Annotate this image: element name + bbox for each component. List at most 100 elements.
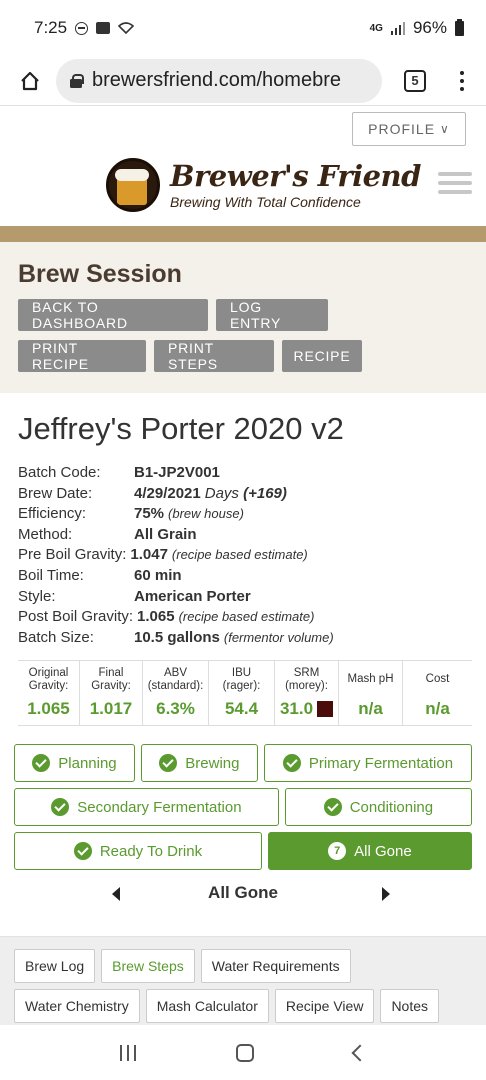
style-value: American Porter	[134, 587, 251, 605]
home-icon[interactable]	[236, 1043, 254, 1062]
boil-time-value: 60 min	[134, 566, 182, 584]
status-bar: 7:25 4G 96%	[0, 0, 486, 56]
print-recipe-button[interactable]: PRINT RECIPE	[18, 340, 146, 372]
stat-value: 1.065	[27, 699, 70, 719]
stat-value: 31.0	[275, 699, 338, 719]
tab-water-requirements[interactable]: Water Requirements	[200, 949, 351, 984]
tab-mash-calculator[interactable]: Mash Calculator	[145, 989, 269, 1024]
stat-value: n/a	[358, 699, 383, 719]
battery-icon	[455, 18, 464, 36]
stat-label: Final Gravity:	[80, 667, 142, 693]
batch-size-row: Batch Size: 10.5 gallons (fermentor volu…	[18, 628, 468, 649]
check-circle-icon	[282, 754, 301, 773]
info-label: Pre Boil Gravity:	[18, 546, 127, 564]
signal-icon	[390, 21, 405, 35]
stat-label-line2: Gravity:	[91, 680, 131, 693]
status-label: Brewing	[185, 754, 240, 772]
system-navigation-bar	[0, 1024, 486, 1080]
hamburger-menu-icon[interactable]	[438, 172, 472, 194]
status-label: Planning	[58, 754, 117, 772]
session-button-row-1: BACK TO DASHBOARD LOG ENTRY	[18, 299, 468, 331]
check-circle-icon	[159, 754, 178, 773]
log-entry-button[interactable]: LOG ENTRY	[216, 299, 328, 331]
image-notification-icon	[96, 22, 111, 34]
tab-recipe-view[interactable]: Recipe View	[274, 989, 375, 1024]
post-boil-row: Post Boil Gravity: 1.065 (recipe based e…	[18, 607, 468, 628]
tab-notes[interactable]: Notes	[380, 989, 440, 1024]
pre-boil-value: 1.047	[130, 546, 168, 564]
tab-brew-steps[interactable]: Brew Steps	[101, 949, 195, 984]
check-circle-icon	[32, 754, 51, 773]
browser-menu-button[interactable]	[452, 70, 472, 91]
current-status-label: All Gone	[208, 883, 278, 903]
status-left: 7:25	[34, 18, 135, 38]
network-type: 4G	[369, 22, 383, 34]
status-navigator: All Gone	[14, 876, 472, 910]
status-brewing-button[interactable]: Brewing	[140, 744, 258, 783]
pre-boil-row: Pre Boil Gravity: 1.047 (recipe based es…	[18, 545, 468, 566]
stat-label-line1: IBU	[231, 667, 252, 680]
next-status-arrow-icon[interactable]	[382, 887, 390, 902]
browser-toolbar: brewersfriend.com/homebre 5	[0, 56, 486, 106]
check-circle-icon	[73, 842, 92, 861]
tab-brew-log[interactable]: Brew Log	[14, 949, 96, 984]
logo-name: Brewer's Friend	[170, 159, 421, 193]
recipe-button[interactable]: RECIPE	[282, 340, 362, 372]
status-all-gone-button[interactable]: 7 All Gone	[267, 832, 472, 871]
status-label: Primary Fermentation	[308, 754, 454, 772]
info-label: Style:	[18, 587, 56, 605]
stat-label: Mash pH	[347, 673, 394, 686]
back-icon[interactable]	[351, 1044, 369, 1061]
status-ready-to-drink-button[interactable]: Ready To Drink	[14, 832, 262, 871]
status-label: Ready To Drink	[99, 842, 203, 860]
method-value: All Grain	[134, 525, 197, 543]
batch-code-row: Batch Code: B1-JP2V001	[18, 463, 468, 484]
header-divider	[0, 226, 486, 242]
stat-label: ABV (standard):	[143, 667, 208, 693]
status-row-1: Planning Brewing Primary Fermentation	[14, 744, 472, 783]
step-number-badge: 7	[328, 842, 347, 861]
recent-apps-icon[interactable]	[120, 1044, 136, 1061]
profile-label: PROFILE	[368, 121, 436, 137]
batch-size-value: 10.5 gallons	[134, 628, 220, 646]
efficiency-note: (brew house)	[168, 506, 244, 522]
tab-water-chemistry[interactable]: Water Chemistry	[14, 989, 140, 1024]
stat-mash-ph: Mash pH n/a	[339, 661, 403, 726]
stat-value: 1.017	[89, 699, 133, 719]
logo-tagline: Brewing With Total Confidence	[170, 194, 361, 210]
logo-text: Brewer's Friend Brewing With Total Confi…	[170, 160, 421, 210]
info-label: Batch Code:	[18, 464, 101, 481]
stat-label-line2: (rager):	[222, 680, 261, 693]
status-planning-button[interactable]: Planning	[14, 744, 135, 783]
address-bar[interactable]: brewersfriend.com/homebre	[56, 58, 382, 103]
previous-status-arrow-icon[interactable]	[112, 887, 120, 902]
brew-days-note: Days (+169)	[205, 484, 287, 505]
beer-mug-logo-icon	[106, 158, 160, 212]
site-logo[interactable]: Brewer's Friend Brewing With Total Confi…	[106, 158, 421, 212]
status-right: 4G 96%	[370, 18, 464, 38]
status-conditioning-button[interactable]: Conditioning	[284, 788, 472, 827]
method-row: Method: All Grain	[18, 525, 468, 546]
recipe-info: Jeffrey's Porter 2020 v2 Batch Code: B1-…	[0, 393, 486, 648]
session-button-row-2: PRINT RECIPE PRINT STEPS RECIPE	[18, 340, 468, 372]
boil-time-row: Boil Time: 60 min	[18, 566, 468, 587]
print-steps-button[interactable]: PRINT STEPS	[154, 340, 274, 372]
back-to-dashboard-button[interactable]: BACK TO DASHBOARD	[18, 299, 208, 331]
status-secondary-fermentation-button[interactable]: Secondary Fermentation	[14, 788, 279, 827]
stat-label: IBU (rager):	[209, 667, 274, 693]
stat-label-line1: SRM	[293, 667, 320, 680]
info-label: Method:	[18, 525, 73, 543]
stat-value: 6.3%	[156, 699, 195, 719]
status-primary-fermentation-button[interactable]: Primary Fermentation	[263, 744, 472, 783]
efficiency-value: 75%	[134, 505, 165, 523]
dnd-icon	[75, 21, 89, 35]
profile-button[interactable]: PROFILE ∨	[352, 112, 466, 146]
tab-switcher-button[interactable]: 5	[404, 69, 426, 92]
home-button[interactable]	[16, 67, 44, 95]
brew-session-panel: Brew Session BACK TO DASHBOARD LOG ENTRY…	[0, 242, 486, 393]
stat-cost: Cost n/a	[403, 661, 472, 725]
status-row-3: Ready To Drink 7 All Gone	[14, 832, 472, 871]
post-boil-note: (recipe based estimate)	[178, 609, 315, 625]
status-row-2: Secondary Fermentation Conditioning	[14, 788, 472, 827]
post-boil-value: 1.065	[137, 608, 175, 626]
